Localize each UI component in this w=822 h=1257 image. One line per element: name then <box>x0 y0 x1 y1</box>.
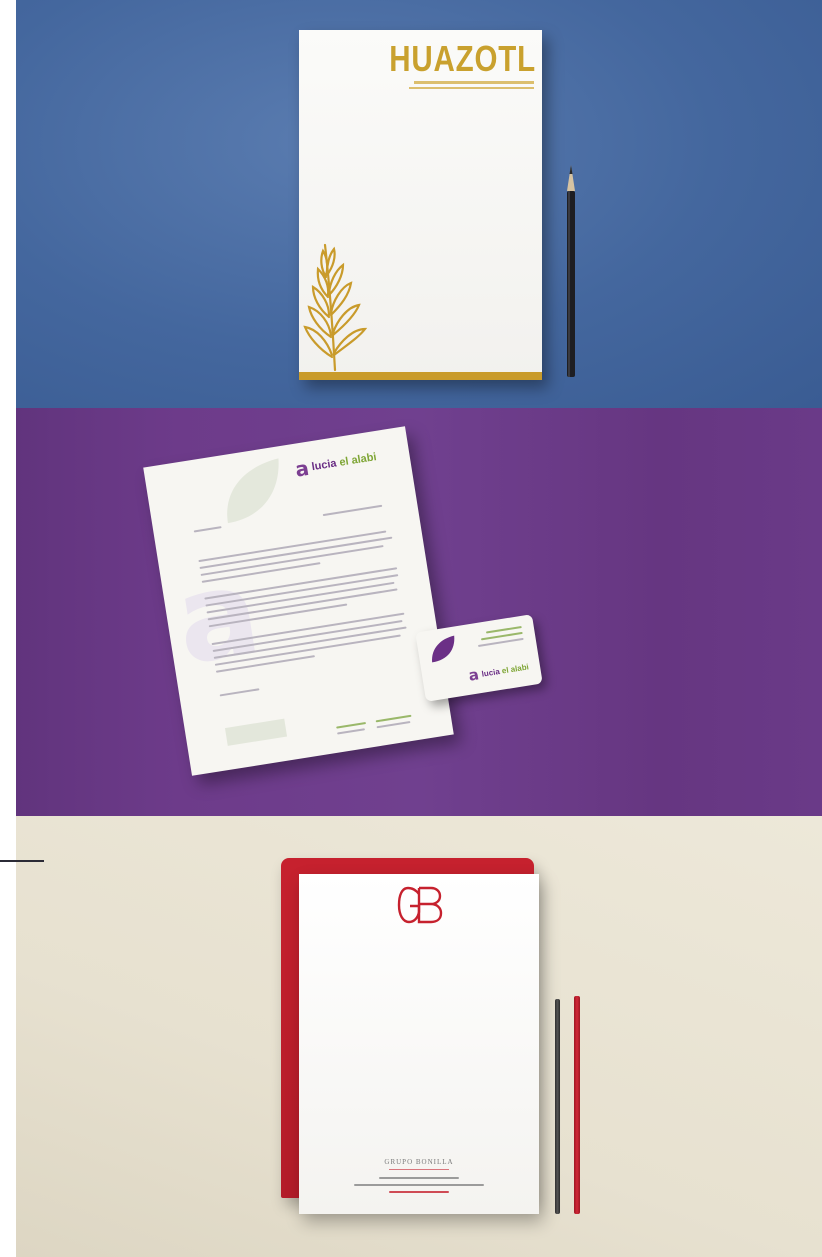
company-name: GRUPO BONILLA <box>384 1158 454 1166</box>
contact-line <box>414 81 534 84</box>
signature-line <box>219 688 260 697</box>
footer-contact-line <box>379 1177 459 1179</box>
lucia-wordmark: lucia el alabi <box>480 661 530 679</box>
salutation-line <box>193 526 222 533</box>
lucia-el-alabi-stationery-panel: a a lucia el alabi <box>16 408 822 816</box>
lucia-monogram: a <box>293 455 311 482</box>
lucia-monogram: a <box>467 665 481 685</box>
address-line <box>409 87 534 89</box>
gb-monogram-logo <box>397 886 443 924</box>
leaf-icon <box>227 458 279 524</box>
grupo-bonilla-letterhead-paper: GB GRUPO BONILLA <box>299 874 539 1214</box>
huazotl-logo: HUAZOTL <box>389 38 536 79</box>
pencil-icon <box>567 165 575 377</box>
footer-address-line <box>354 1184 484 1186</box>
decorative-dash <box>0 860 44 862</box>
wheat-plant-icon <box>303 243 368 372</box>
lucia-logo: a lucia el alabi <box>294 445 379 482</box>
lucia-letterhead-paper: a a lucia el alabi <box>143 426 454 776</box>
gold-footer-band <box>299 372 542 380</box>
lucia-wordmark: lucia el alabi <box>310 451 378 474</box>
card-lucia-logo: a lucia el alabi <box>467 657 530 685</box>
grupo-bonilla-stationery-panel: GB GRUPO BONILLA <box>16 816 822 1257</box>
date-line <box>322 504 383 517</box>
footer-line <box>337 728 366 735</box>
watermark-block <box>224 718 288 746</box>
huazotl-stationery-panel: HUAZOTL <box>16 0 822 408</box>
footer-divider <box>389 1169 449 1170</box>
leaf-icon <box>432 635 455 663</box>
footer-web-line <box>389 1191 449 1193</box>
footer-line <box>376 721 411 729</box>
pen-icon <box>574 996 580 1214</box>
huazotl-letterhead-paper: HUAZOTL <box>299 30 542 380</box>
pen-icon <box>555 999 560 1214</box>
